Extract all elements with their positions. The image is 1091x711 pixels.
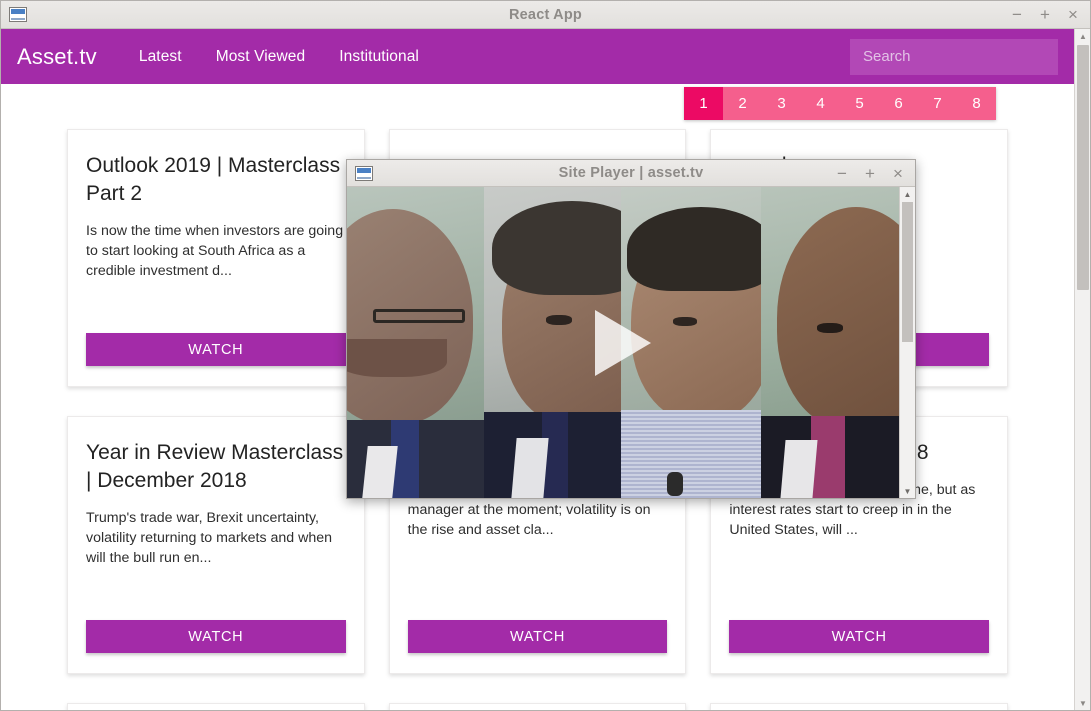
minimize-icon[interactable]: − bbox=[1010, 6, 1024, 23]
site-player-window: Site Player | asset.tv − + × ▲ ▼ bbox=[346, 159, 916, 499]
brand-logo[interactable]: Asset.tv bbox=[17, 44, 97, 70]
page-button-3[interactable]: 3 bbox=[762, 87, 801, 120]
page-scrollbar[interactable]: ▲ ▼ bbox=[1074, 29, 1090, 710]
close-icon[interactable]: × bbox=[891, 165, 905, 182]
maximize-icon[interactable]: + bbox=[1038, 6, 1052, 23]
web-page: Asset.tv Latest Most Viewed Institutiona… bbox=[1, 29, 1074, 710]
player-title: Site Player | asset.tv bbox=[558, 165, 704, 181]
window-body: Asset.tv Latest Most Viewed Institutiona… bbox=[1, 29, 1090, 710]
pagination: 1 2 3 4 5 6 7 8 bbox=[684, 87, 996, 120]
scroll-down-icon[interactable]: ▼ bbox=[1075, 696, 1090, 710]
nav-link-institutional[interactable]: Institutional bbox=[339, 48, 419, 66]
nav-link-most-viewed[interactable]: Most Viewed bbox=[216, 48, 306, 66]
scroll-up-icon[interactable]: ▲ bbox=[1075, 29, 1090, 43]
page-button-6[interactable]: 6 bbox=[879, 87, 918, 120]
pagination-row: 1 2 3 4 5 6 7 8 bbox=[1, 84, 1074, 129]
page-button-8[interactable]: 8 bbox=[957, 87, 996, 120]
player-scrollbar-thumb[interactable] bbox=[902, 202, 913, 342]
play-button[interactable] bbox=[595, 309, 651, 376]
window-controls: − + × bbox=[1010, 6, 1080, 23]
nav-links: Latest Most Viewed Institutional bbox=[139, 48, 419, 66]
watch-button[interactable]: WATCH bbox=[729, 620, 989, 653]
search-input[interactable] bbox=[850, 38, 1058, 75]
video-card[interactable] bbox=[67, 703, 365, 710]
page-button-4[interactable]: 4 bbox=[801, 87, 840, 120]
watch-button[interactable]: WATCH bbox=[86, 620, 346, 653]
page-scrollbar-thumb[interactable] bbox=[1077, 45, 1089, 290]
player-body: ▲ ▼ bbox=[347, 187, 915, 498]
page-button-7[interactable]: 7 bbox=[918, 87, 957, 120]
video-card[interactable] bbox=[388, 703, 687, 710]
video-card[interactable] bbox=[710, 703, 1008, 710]
watch-button[interactable]: WATCH bbox=[86, 333, 346, 366]
card-description: Trump's trade war, Brexit uncertainty, v… bbox=[86, 510, 333, 566]
video-frame[interactable] bbox=[347, 187, 899, 498]
card-description: Is now the time when investors are going… bbox=[86, 223, 344, 279]
scroll-down-icon[interactable]: ▼ bbox=[900, 484, 915, 498]
page-button-2[interactable]: 2 bbox=[723, 87, 762, 120]
player-window-controls: − + × bbox=[835, 165, 905, 182]
page-button-1[interactable]: 1 bbox=[684, 87, 723, 120]
nav-link-latest[interactable]: Latest bbox=[139, 48, 182, 66]
player-scrollbar[interactable]: ▲ ▼ bbox=[899, 187, 915, 498]
card-description: It's a tough time to be a multi-asset ma… bbox=[407, 482, 651, 538]
react-app-window: React App − + × Asset.tv Latest Most Vie… bbox=[0, 0, 1091, 711]
navbar: Asset.tv Latest Most Viewed Institutiona… bbox=[1, 29, 1074, 84]
page-button-5[interactable]: 5 bbox=[840, 87, 879, 120]
watch-button[interactable]: WATCH bbox=[407, 620, 668, 653]
card-title: Outlook 2019 | Masterclass Part 2 bbox=[86, 154, 341, 205]
video-card[interactable]: Outlook 2019 | Masterclass Part 2 Is now… bbox=[67, 129, 365, 387]
video-panel-1 bbox=[347, 187, 484, 498]
window-title: React App bbox=[509, 6, 582, 23]
close-icon[interactable]: × bbox=[1066, 6, 1080, 23]
scroll-up-icon[interactable]: ▲ bbox=[900, 187, 915, 201]
minimize-icon[interactable]: − bbox=[835, 165, 849, 182]
video-panel-4 bbox=[761, 187, 899, 498]
player-titlebar: Site Player | asset.tv − + × bbox=[347, 160, 915, 187]
card-title: Year in Review Masterclass | December 20… bbox=[86, 441, 344, 492]
maximize-icon[interactable]: + bbox=[863, 165, 877, 182]
window-titlebar: React App − + × bbox=[1, 1, 1090, 29]
card-description: Investors are hungry for income, but as … bbox=[729, 482, 976, 538]
video-card[interactable]: Year in Review Masterclass | December 20… bbox=[67, 416, 365, 674]
